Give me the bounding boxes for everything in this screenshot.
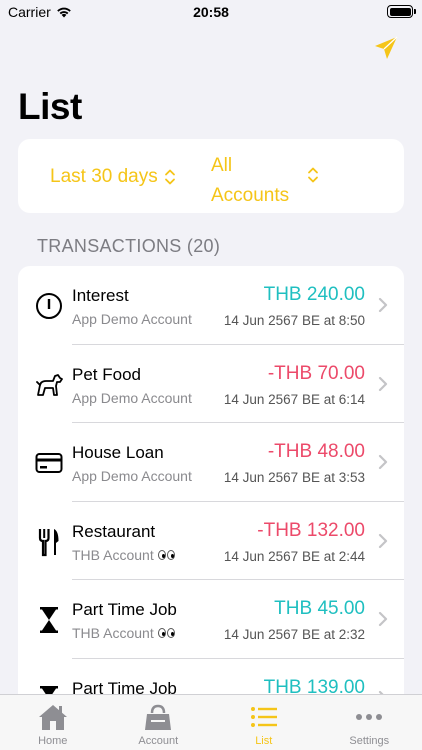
period-filter-label: Last 30 days: [50, 166, 158, 187]
transaction-row[interactable]: Restaurant THB Account -THB 132.00 14 Ju…: [18, 502, 404, 581]
transaction-row[interactable]: Pet Food App Demo Account -THB 70.00 14 …: [18, 345, 404, 424]
tab-home[interactable]: Home: [0, 695, 106, 750]
transaction-date: 14 Jun 2567 BE at 3:53: [223, 470, 365, 485]
transaction-account: App Demo Account: [72, 311, 192, 327]
transaction-date: 14 Jun 2567 BE at 2:44: [223, 548, 365, 564]
house-icon: [37, 702, 69, 732]
send-button[interactable]: [372, 34, 400, 62]
fork-knife-icon: [34, 527, 64, 557]
transaction-amount: -THB 132.00: [257, 519, 365, 541]
eyes-emoji-icon: [157, 549, 175, 560]
transaction-name: House Loan: [72, 443, 164, 462]
hourglass-icon: [34, 605, 64, 635]
accounts-filter-label-line1: All: [211, 155, 233, 176]
transactions-list: Interest App Demo Account THB 240.00 14 …: [18, 266, 404, 706]
transaction-row[interactable]: House Loan App Demo Account -THB 48.00 1…: [18, 423, 404, 502]
tab-account-label: Account: [138, 735, 179, 747]
transaction-name: Part Time Job: [72, 600, 177, 619]
battery-icon: [387, 5, 416, 18]
chevron-right-icon: [378, 454, 388, 470]
transaction-account: App Demo Account: [72, 389, 192, 406]
clock: 20:58: [193, 4, 229, 20]
eyes-emoji-icon: [157, 628, 175, 638]
transaction-name: Pet Food: [72, 364, 141, 384]
transaction-row[interactable]: Interest App Demo Account THB 240.00 14 …: [18, 266, 404, 345]
chevron-right-icon: [378, 611, 388, 627]
more-dots-icon: [355, 702, 383, 732]
chevron-right-icon: [378, 376, 388, 391]
bag-icon: [143, 702, 173, 732]
period-filter-button[interactable]: Last 30 days: [50, 166, 176, 188]
transaction-account: THB Account: [72, 546, 154, 563]
accounts-filter-button[interactable]: All Accounts: [211, 151, 311, 211]
transaction-row[interactable]: Part Time Job THB Account THB 45.00 14 J…: [18, 580, 404, 659]
transaction-date: 14 Jun 2567 BE at 2:32: [223, 627, 365, 642]
transaction-date: 14 Jun 2567 BE at 6:14: [223, 391, 365, 407]
transaction-name: Interest: [72, 286, 129, 305]
chevron-up-down-icon: [164, 169, 175, 185]
tab-home-label: Home: [38, 735, 68, 747]
dog-icon: [34, 370, 64, 400]
tab-list[interactable]: List: [211, 695, 317, 750]
transaction-amount: THB 240.00: [263, 284, 365, 305]
tab-bar: Home Account List Settings: [0, 694, 422, 750]
transaction-amount: THB 45.00: [274, 598, 365, 619]
tab-list-label: List: [255, 735, 273, 747]
chevron-right-icon: [378, 533, 388, 548]
info-circle-icon: [34, 291, 64, 321]
transaction-account: App Demo Account: [72, 468, 192, 484]
transaction-name: Restaurant: [72, 521, 156, 541]
page-title: List: [18, 86, 82, 127]
chevron-up-down-icon: [308, 167, 318, 183]
tab-settings-label: Settings: [349, 735, 390, 747]
tab-account[interactable]: Account: [106, 695, 212, 750]
transactions-section-header: TRANSACTIONS (20): [37, 236, 221, 256]
transaction-date: 14 Jun 2567 BE at 8:50: [223, 313, 365, 328]
transaction-amount: -THB 70.00: [267, 362, 365, 384]
transaction-account: THB Account: [72, 625, 154, 641]
tab-settings[interactable]: Settings: [317, 695, 422, 750]
status-bar: Carrier 20:58: [0, 0, 422, 26]
filter-card: Last 30 days All Accounts: [18, 139, 404, 213]
list-icon: [250, 702, 278, 732]
credit-card-icon: [34, 448, 64, 478]
accounts-filter-label-line2: Accounts: [211, 185, 290, 206]
chevron-right-icon: [378, 297, 388, 313]
transaction-amount: -THB 48.00: [267, 441, 365, 462]
paper-plane-icon: [375, 36, 398, 59]
